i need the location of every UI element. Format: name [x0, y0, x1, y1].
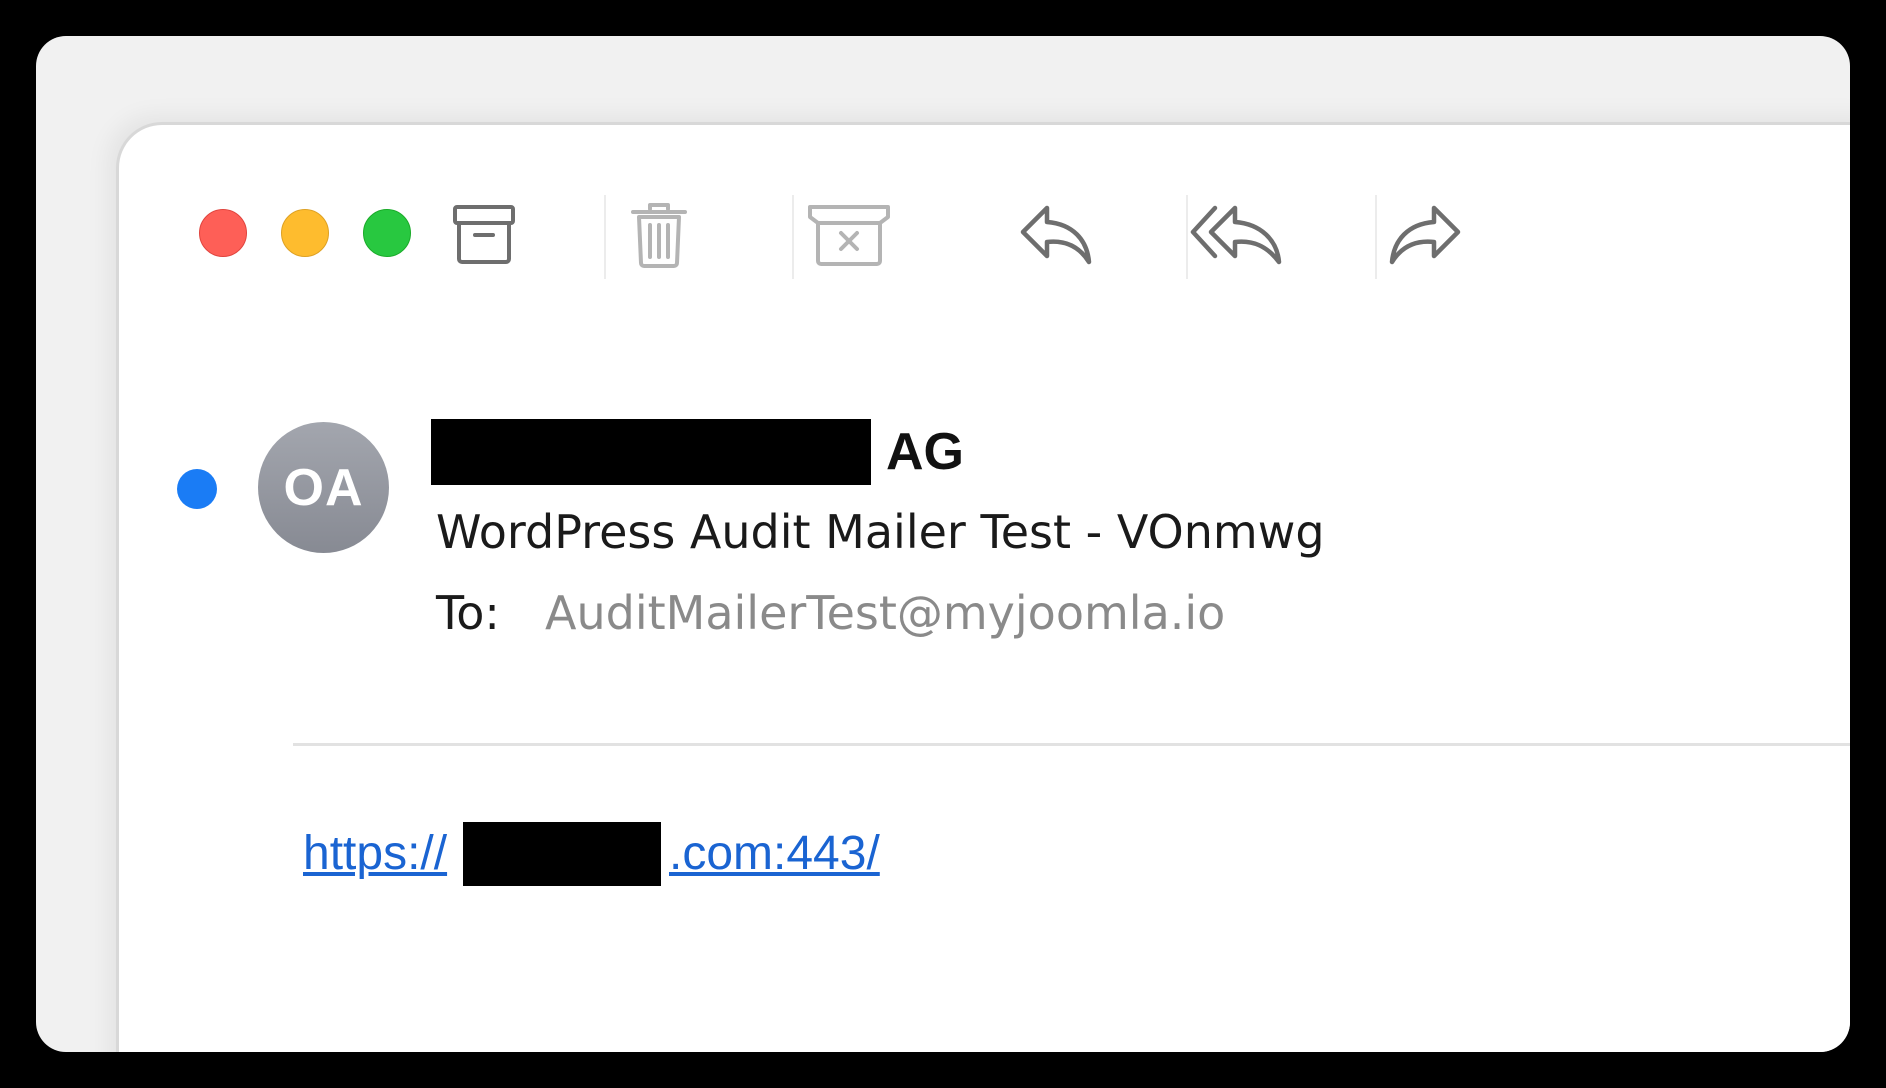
mail-message-window: OA AG WordPress Audit Mailer Test - VOnm…: [116, 122, 1850, 1052]
avatar: OA: [258, 422, 389, 553]
delete-button[interactable]: [619, 197, 699, 273]
toolbar-separator: [604, 195, 606, 279]
sender-name[interactable]: AG: [886, 421, 964, 483]
message-subject: WordPress Audit Mailer Test - VOnmwg: [436, 505, 1325, 559]
redacted-sender-name: [431, 419, 871, 485]
recipient-address[interactable]: AuditMailerTest@myjoomla.io: [545, 583, 1225, 643]
forward-icon: [1386, 202, 1464, 268]
to-label: To:: [436, 586, 500, 640]
link-prefix[interactable]: https://: [303, 822, 447, 886]
redacted-domain: [463, 822, 661, 886]
forward-button[interactable]: [1385, 197, 1465, 273]
reply-all-icon: [1189, 202, 1285, 268]
reply-button[interactable]: [1016, 197, 1096, 273]
screenshot-frame: OA AG WordPress Audit Mailer Test - VOnm…: [36, 36, 1850, 1052]
window-zoom-button[interactable]: [363, 209, 411, 257]
reply-all-button[interactable]: [1190, 197, 1282, 273]
archive-icon: [448, 201, 520, 269]
trash-icon: [623, 199, 695, 271]
unread-indicator: [177, 469, 217, 509]
window-close-button[interactable]: [199, 209, 247, 257]
window-minimize-button[interactable]: [281, 209, 329, 257]
toolbar-separator: [792, 195, 794, 279]
reply-icon: [1017, 202, 1095, 268]
toolbar-separator: [1186, 195, 1188, 279]
header-divider: [293, 743, 1850, 746]
archive-button[interactable]: [444, 197, 524, 273]
junk-icon: [806, 201, 892, 269]
link-suffix[interactable]: .com:443/: [669, 822, 880, 886]
toolbar-separator: [1375, 195, 1377, 279]
junk-button[interactable]: [806, 197, 892, 273]
